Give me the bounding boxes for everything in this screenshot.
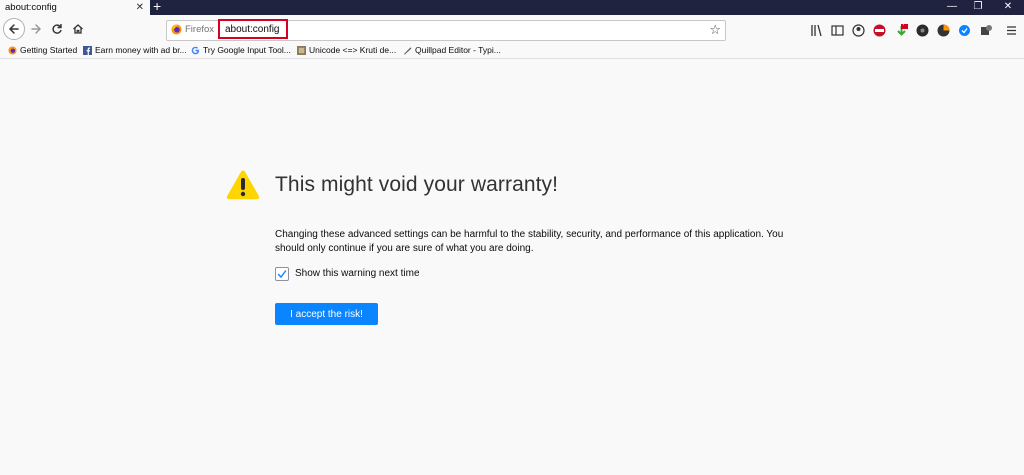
bookmark-label: Unicode <=> Kruti de...	[309, 45, 397, 55]
tab-strip: about:config ✕ + — ❐ ✕	[0, 0, 1024, 15]
ext-multi-icon[interactable]	[937, 24, 950, 37]
quill-icon	[403, 46, 412, 55]
back-arrow-icon	[8, 24, 19, 34]
bookmark-star-icon[interactable]: ☆	[709, 22, 721, 38]
window-close-button[interactable]: ✕	[994, 0, 1022, 15]
bookmark-item[interactable]: Unicode <=> Kruti de...	[297, 45, 396, 55]
new-tab-button[interactable]: +	[153, 0, 161, 14]
page-title: This might void your warranty!	[275, 173, 559, 196]
firefox-icon	[171, 24, 182, 35]
facebook-icon	[83, 45, 92, 55]
restore-button[interactable]: ❐	[964, 0, 992, 15]
toolbar-badge: 7	[902, 21, 906, 27]
google-icon	[191, 46, 200, 54]
url-input[interactable]: about:config	[218, 19, 288, 39]
home-icon	[73, 24, 83, 34]
back-button[interactable]	[3, 18, 25, 40]
menu-icon[interactable]	[1005, 24, 1018, 37]
account-icon[interactable]	[852, 24, 865, 37]
bookmark-item[interactable]: Try Google Input Tool...	[191, 45, 291, 55]
sidebar-icon[interactable]	[831, 24, 844, 37]
forward-button[interactable]	[25, 18, 47, 40]
warning-triangle-icon	[226, 170, 260, 200]
reload-button[interactable]	[46, 18, 68, 40]
bookmark-label: Earn money with ad br...	[95, 45, 187, 55]
accept-risk-button[interactable]: I accept the risk!	[275, 303, 378, 325]
firefox-icon	[8, 45, 17, 55]
ext-dark-icon[interactable]	[916, 24, 929, 37]
checkmark-icon	[277, 270, 287, 279]
bookmark-label: Getting Started	[20, 45, 78, 55]
close-tab-icon[interactable]: ✕	[136, 1, 144, 14]
bookmark-item[interactable]: Earn money with ad br...	[83, 45, 187, 55]
navigation-toolbar: Firefox about:config ☆ 7	[0, 15, 1024, 43]
ext-misc-icon[interactable]	[980, 24, 993, 37]
page-icon	[297, 45, 306, 55]
bookmark-label: Quillpad Editor - Typi...	[415, 45, 501, 55]
identity-box[interactable]: Firefox	[171, 24, 214, 35]
warning-description: Changing these advanced settings can be …	[275, 229, 784, 254]
minimize-button[interactable]: —	[938, 0, 966, 15]
identity-label: Firefox	[185, 24, 215, 35]
adblock-icon[interactable]	[873, 24, 886, 37]
url-text: about:config	[225, 23, 280, 35]
forward-arrow-icon	[31, 24, 42, 34]
reload-icon	[52, 24, 62, 34]
tab-title: about:config	[5, 2, 57, 13]
show-warning-checkbox[interactable]	[275, 267, 289, 281]
tab-about-config[interactable]: about:config ✕	[0, 0, 150, 15]
bookmark-item[interactable]: Getting Started	[8, 45, 77, 55]
checkbox-label[interactable]: Show this warning next time	[295, 268, 420, 279]
bookmark-label: Try Google Input Tool...	[203, 45, 291, 55]
bookmarks-toolbar: Getting Started Earn money with ad br...…	[0, 43, 1024, 59]
bookmark-item[interactable]: Quillpad Editor - Typi...	[403, 45, 501, 55]
home-button[interactable]	[67, 18, 89, 40]
ext-blue-icon[interactable]	[958, 24, 971, 37]
url-bar[interactable]: Firefox about:config ☆	[166, 19, 726, 41]
library-icon[interactable]	[810, 24, 823, 37]
